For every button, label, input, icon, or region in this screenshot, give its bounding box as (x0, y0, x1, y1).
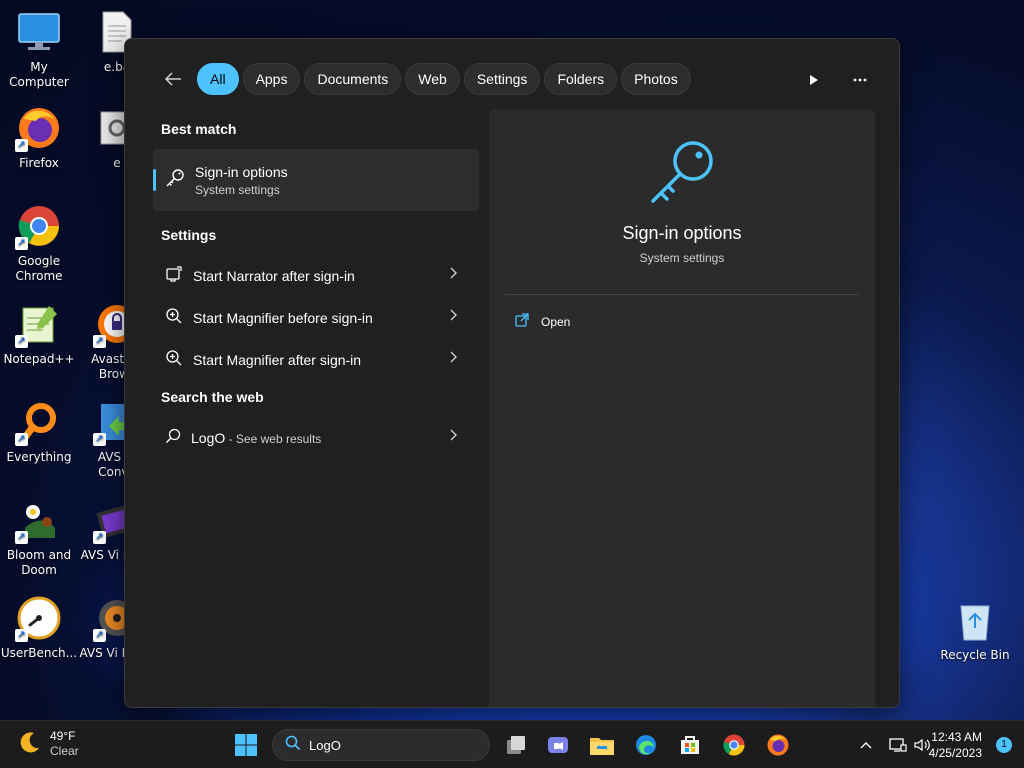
taskbar: 49°F Clear LogO 12:43 AM 4/25/2023 1 (0, 720, 1024, 768)
filter-chip-all[interactable]: All (197, 63, 239, 95)
shortcut-arrow-icon: ↗ (15, 629, 28, 642)
search-icon (165, 428, 181, 448)
shortcut-arrow-icon: ↗ (93, 629, 106, 642)
desktop-icon-bloom-doom[interactable]: ↗ Bloom and Doom (0, 496, 78, 578)
clock[interactable]: 12:43 AM 4/25/2023 (929, 729, 982, 761)
results-list: Best match Sign-in options System settin… (153, 111, 479, 459)
settings-heading: Settings (161, 227, 217, 243)
shortcut-arrow-icon: ↗ (93, 531, 106, 544)
chrome-icon[interactable] (720, 731, 748, 759)
web-result[interactable]: LogO - See web results (153, 417, 479, 459)
taskbar-search-box[interactable]: LogO (272, 729, 490, 761)
web-results-suffix: - See web results (225, 432, 322, 446)
desktop-icon-notepadpp[interactable]: ↗ Notepad++ (0, 300, 78, 367)
desktop-icon-recycle-bin[interactable]: Recycle Bin (936, 596, 1014, 663)
start-windows-icon[interactable] (234, 733, 258, 757)
taskbar-search-value: LogO (309, 737, 341, 753)
web-heading: Search the web (161, 389, 264, 405)
filter-chip-apps[interactable]: Apps (242, 63, 301, 95)
best-match-result[interactable]: Sign-in options System settings (153, 149, 479, 211)
chevron-right-icon (449, 351, 457, 367)
shortcut-arrow-icon: ↗ (15, 433, 28, 446)
bloom-doom-icon: ↗ (15, 496, 63, 544)
settings-result-magnifier-before[interactable]: Start Magnifier before sign-in (153, 297, 479, 339)
preview-pane: Sign-in options System settings Open (489, 109, 875, 707)
search-icon (285, 735, 301, 755)
desktop-icon-firefox[interactable]: ↗ Firefox (0, 104, 78, 171)
teams-chat-icon[interactable] (544, 731, 572, 759)
narrator-icon (165, 265, 183, 287)
best-match-subtitle: System settings (195, 182, 280, 197)
shortcut-arrow-icon: ↗ (15, 335, 28, 348)
play-icon[interactable] (799, 65, 829, 95)
filter-chip-photos[interactable]: Photos (621, 63, 691, 95)
chevron-right-icon (449, 429, 457, 445)
clock-date: 4/25/2023 (928, 746, 982, 760)
shortcut-arrow-icon: ↗ (15, 531, 28, 544)
preview-subtitle: System settings (639, 251, 725, 265)
desktop-icon-chrome[interactable]: ↗ Google Chrome (0, 202, 78, 284)
chevron-right-icon (449, 309, 457, 325)
shortcut-arrow-icon: ↗ (93, 335, 106, 348)
open-action[interactable]: Open (515, 313, 570, 330)
clock-time: 12:43 AM (931, 730, 982, 744)
system-tray: 12:43 AM 4/25/2023 1 (824, 721, 1024, 768)
best-match-heading: Best match (161, 121, 237, 137)
notepad-plus-icon: ↗ (15, 300, 63, 348)
notification-badge[interactable]: 1 (996, 737, 1012, 753)
magnifier-icon (165, 349, 183, 371)
web-query: LogO (191, 430, 226, 446)
key-icon (165, 168, 185, 192)
shortcut-arrow-icon: ↗ (93, 433, 106, 446)
key-icon (647, 137, 717, 207)
moon-icon (18, 730, 42, 758)
filter-chip-documents[interactable]: Documents (304, 63, 402, 95)
magnifier-icon (165, 307, 183, 329)
more-options-icon[interactable] (845, 65, 875, 95)
best-match-title: Sign-in options (195, 163, 288, 180)
file-explorer-icon[interactable] (588, 731, 616, 759)
network-icon[interactable] (888, 735, 908, 755)
shortcut-arrow-icon: ↗ (15, 237, 28, 250)
filter-chip-web[interactable]: Web (405, 63, 460, 95)
flyout-actions (799, 65, 875, 95)
task-view-icon[interactable] (502, 731, 530, 759)
firefox-icon[interactable] (764, 731, 792, 759)
preview-title: Sign-in options (622, 223, 742, 243)
monitor-icon (15, 8, 63, 56)
open-external-icon (515, 313, 529, 330)
search-flyout: All Apps Documents Web Settings Folders … (124, 38, 900, 708)
settings-result-magnifier-after[interactable]: Start Magnifier after sign-in (153, 339, 479, 381)
back-arrow-icon[interactable] (157, 63, 189, 95)
firefox-icon: ↗ (15, 104, 63, 152)
recycle-bin-icon (951, 596, 999, 644)
edge-browser-icon[interactable] (632, 731, 660, 759)
weather-widget[interactable]: 49°F Clear (18, 729, 79, 759)
chrome-icon: ↗ (15, 202, 63, 250)
settings-result-narrator[interactable]: Start Narrator after sign-in (153, 255, 479, 297)
weather-temperature: 49°F (50, 729, 76, 743)
chevron-up-icon[interactable] (856, 735, 876, 755)
selection-indicator (153, 169, 156, 191)
weather-condition: Clear (50, 744, 79, 758)
preview-divider (505, 294, 859, 295)
microsoft-store-icon[interactable] (676, 731, 704, 759)
filter-chip-folders[interactable]: Folders (544, 63, 618, 95)
everything-search-icon: ↗ (15, 398, 63, 446)
desktop-icon-userbenchmark[interactable]: ↗ UserBench... (0, 594, 78, 661)
desktop-icon-my-computer[interactable]: My Computer (0, 8, 78, 90)
chevron-right-icon (449, 267, 457, 283)
filter-bar: All Apps Documents Web Settings Folders … (157, 63, 691, 95)
shortcut-arrow-icon: ↗ (15, 139, 28, 152)
filter-chip-settings[interactable]: Settings (463, 63, 541, 95)
userbenchmark-icon: ↗ (15, 594, 63, 642)
desktop-icon-everything[interactable]: ↗ Everything (0, 398, 78, 465)
